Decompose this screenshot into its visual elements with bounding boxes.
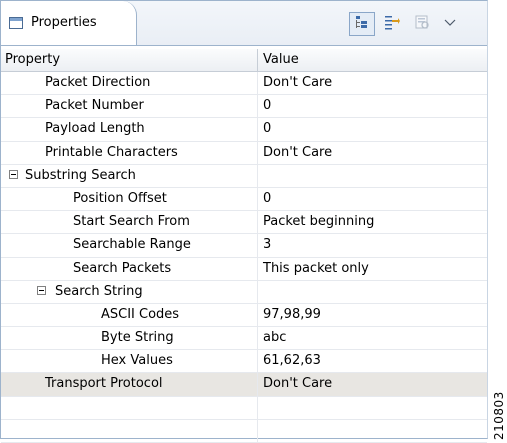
column-separator — [257, 350, 258, 373]
column-separator — [257, 211, 258, 234]
table-row[interactable]: Searchable Range 3 — [1, 234, 487, 258]
column-separator — [257, 327, 258, 350]
table-row[interactable]: Payload Length 0 — [1, 118, 487, 142]
column-separator — [257, 187, 258, 211]
table-row[interactable]: Transport Protocol Don't Care — [1, 373, 487, 397]
property-value-cell[interactable]: 97,98,99 — [263, 307, 321, 322]
column-separator — [257, 164, 258, 187]
property-name-cell: Packet Direction — [45, 75, 151, 90]
property-name-cell: Hex Values — [101, 353, 173, 369]
property-name-cell: Search String — [55, 283, 143, 299]
column-separator — [257, 396, 258, 419]
table-body: Packet Direction Don't Care Packet Number 0… — [1, 72, 487, 443]
properties-view-icon — [9, 17, 23, 29]
property-name-cell: ASCII Codes — [101, 306, 180, 322]
table-header: Property Value — [1, 49, 487, 72]
show-categories-button[interactable] — [349, 12, 375, 36]
restore-default-value-button[interactable] — [409, 12, 435, 36]
table-row[interactable]: Packet Number 0 — [1, 95, 487, 119]
property-name-cell: Searchable Range — [73, 237, 191, 253]
property-name-cell: Substring Search — [25, 167, 136, 183]
table-row[interactable]: Packet Direction Don't Care — [1, 72, 487, 96]
view-menu-button[interactable] — [441, 12, 459, 36]
column-separator — [257, 280, 258, 303]
restore-default-value-icon — [414, 14, 430, 34]
property-value-cell[interactable]: 61,62,63 — [263, 353, 321, 368]
property-value-cell[interactable]: Don't Care — [263, 145, 332, 160]
properties-table: Property Value Packet Direction Don't Car… — [1, 45, 487, 443]
table-row[interactable]: Search String — [1, 280, 487, 304]
figure-id-watermark: 210803 — [492, 391, 506, 440]
property-name-cell: Byte String — [101, 330, 174, 346]
table-row[interactable]: ASCII Codes 97,98,99 — [1, 303, 487, 328]
property-value-cell[interactable]: 0 — [263, 121, 271, 136]
collapse-toggle-icon[interactable] — [9, 169, 18, 179]
property-name-cell: Packet Number — [45, 98, 144, 114]
property-value-cell[interactable]: abc — [263, 330, 286, 345]
column-separator — [257, 118, 258, 141]
column-header-property[interactable]: Property — [5, 49, 60, 71]
view-menu-chevron-icon — [444, 17, 456, 32]
table-row[interactable]: Byte String abc — [1, 327, 487, 351]
column-separator[interactable] — [257, 49, 258, 71]
property-value-cell[interactable]: 3 — [263, 237, 271, 252]
show-advanced-properties-button[interactable] — [379, 12, 405, 36]
tab-title: Properties — [31, 15, 97, 30]
property-value-cell[interactable]: Don't Care — [263, 376, 332, 391]
property-name-cell: Printable Characters — [45, 144, 178, 160]
collapse-toggle-icon[interactable] — [37, 285, 46, 295]
column-separator — [257, 234, 258, 257]
column-separator — [257, 141, 258, 164]
empty-table-row — [1, 396, 487, 420]
properties-view: Properties Property Value Packet Directi… — [0, 0, 488, 443]
table-row[interactable]: Hex Values 61,62,63 — [1, 350, 487, 374]
property-value-cell[interactable]: Packet beginning — [263, 214, 374, 229]
property-name-cell: Search Packets — [73, 260, 172, 276]
tab-properties[interactable]: Properties — [1, 1, 137, 45]
table-row[interactable]: Substring Search — [1, 164, 487, 188]
property-name-cell: Transport Protocol — [45, 376, 163, 392]
column-separator — [257, 303, 258, 327]
show-advanced-properties-icon — [383, 13, 401, 35]
table-row[interactable]: Start Search From Packet beginning — [1, 211, 487, 235]
table-row[interactable]: Printable Characters Don't Care — [1, 141, 487, 165]
property-value-cell[interactable]: This packet only — [263, 261, 369, 276]
property-name-cell: Payload Length — [45, 121, 145, 137]
empty-table-row — [1, 419, 487, 443]
property-name-cell: Position Offset — [73, 190, 167, 206]
column-header-value[interactable]: Value — [263, 49, 299, 71]
table-row[interactable]: Search Packets This packet only — [1, 257, 487, 281]
column-separator — [257, 257, 258, 280]
column-separator — [257, 373, 258, 396]
show-categories-icon — [354, 14, 370, 34]
property-value-cell[interactable]: 0 — [263, 191, 271, 206]
property-value-cell[interactable]: Don't Care — [263, 75, 332, 90]
table-row[interactable]: Position Offset 0 — [1, 187, 487, 212]
property-name-cell: Start Search From — [73, 214, 190, 230]
column-separator — [257, 95, 258, 118]
view-toolbar — [349, 11, 485, 37]
view-tab-bar: Properties — [1, 1, 487, 46]
property-value-cell[interactable]: 0 — [263, 98, 271, 113]
column-separator — [257, 72, 258, 95]
